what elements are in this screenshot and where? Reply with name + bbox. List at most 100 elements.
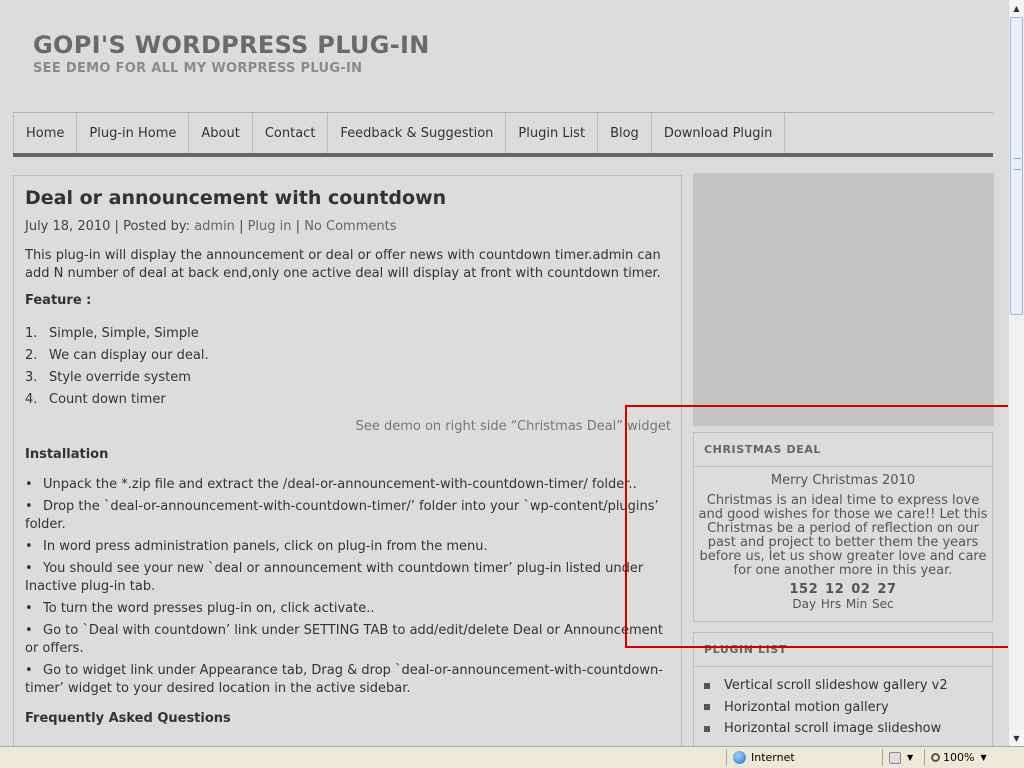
list-text: We can display our deal. <box>49 348 209 363</box>
post-article: Deal or announcement with countdown July… <box>13 175 682 746</box>
vertical-scrollbar[interactable]: ▲ ▼ <box>1008 0 1024 746</box>
site-tagline: SEE DEMO FOR ALL MY WORPRESS PLUG-IN <box>33 61 363 76</box>
nav-item-download-plugin[interactable]: Download Plugin <box>652 113 786 153</box>
list-item: • Drop the `deal-or-announcement-with-cou… <box>25 498 665 534</box>
list-text: In word press administration panels, cli… <box>43 539 488 554</box>
square-bullet-icon <box>704 704 710 711</box>
label-min: Min <box>845 597 868 611</box>
countdown-seconds: 27 <box>877 582 897 597</box>
site-title[interactable]: GOPI'S WORDPRESS PLUG-IN <box>33 31 430 59</box>
list-item: 2. We can display our deal. <box>25 345 209 367</box>
plugin-link[interactable]: Horizontal motion gallery <box>724 700 889 715</box>
category-link[interactable]: Plug in <box>248 219 292 234</box>
security-zone[interactable]: Internet <box>726 749 882 766</box>
bullet: • <box>25 663 33 678</box>
meta-separator: | <box>114 219 119 234</box>
list-item: 4. Count down timer <box>25 389 209 411</box>
status-bar: Internet ▼ 100% ▼ <box>0 746 1024 768</box>
nav-item-plugin-list[interactable]: Plugin List <box>506 113 599 153</box>
countdown-hours: 12 <box>825 582 845 597</box>
list-item: • Go to widget link under Appearance tab,… <box>25 662 665 698</box>
nav-item-blog[interactable]: Blog <box>598 113 652 153</box>
list-number: 3. <box>25 370 38 385</box>
list-text: Simple, Simple, Simple <box>49 326 199 341</box>
label-day: Day <box>792 597 817 611</box>
bullet: • <box>25 561 33 576</box>
zoom-level: 100% <box>943 751 975 764</box>
list-text: Go to widget link under Appearance tab, … <box>25 663 663 696</box>
protected-mode-icon <box>889 751 901 764</box>
widget-title: CHRISTMAS DEAL <box>694 433 992 467</box>
bullet: • <box>25 477 33 492</box>
scrollbar-thumb[interactable] <box>1010 17 1023 315</box>
countdown-labels: Day Hrs Min Sec <box>694 597 992 611</box>
list-number: 4. <box>25 392 38 407</box>
nav-item-home[interactable]: Home <box>14 113 78 153</box>
list-text: Drop the `deal-or-announcement-with-coun… <box>25 499 659 532</box>
protected-mode[interactable]: ▼ <box>882 749 924 766</box>
post-intro: This plug-in will display the announceme… <box>25 248 661 281</box>
list-number: 2. <box>25 348 38 363</box>
list-text: Unpack the *.zip file and extract the /d… <box>43 477 637 492</box>
bullet: • <box>25 623 33 638</box>
chevron-down-icon: ▼ <box>907 753 914 762</box>
list-item: • Unpack the *.zip file and extract the /… <box>25 476 665 494</box>
label-hrs: Hrs <box>820 597 842 611</box>
countdown-minutes: 02 <box>851 582 871 597</box>
widget-title: PLUGIN LIST <box>694 633 992 667</box>
bullet: • <box>25 601 33 616</box>
author-link[interactable]: admin <box>194 219 235 234</box>
countdown-days: 152 <box>789 582 819 597</box>
nav-item-plugin-home[interactable]: Plug-in Home <box>77 113 190 153</box>
countdown-timer: 152 12 02 27 Day Hrs Min Sec <box>694 582 992 611</box>
faq-heading: Frequently Asked Questions <box>25 711 231 726</box>
list-item: • To turn the word presses plug-in on, cl… <box>25 600 665 618</box>
feature-heading: Feature : <box>25 293 92 308</box>
feature-list: 1. Simple, Simple, Simple 2. We can displa… <box>25 323 209 411</box>
zoom-control[interactable]: 100% ▼ <box>924 749 1010 766</box>
deal-heading: Merry Christmas 2010 <box>770 473 916 488</box>
list-item: Vertical scroll slideshow gallery v2 <box>704 675 992 697</box>
plugin-list-widget: PLUGIN LIST Vertical scroll slideshow ga… <box>693 632 993 746</box>
browser-viewport: GOPI'S WORDPRESS PLUG-IN SEE DEMO FOR AL… <box>0 0 1008 746</box>
nav-underline <box>13 153 993 157</box>
list-text: Count down timer <box>49 392 166 407</box>
plugin-link[interactable]: Horizontal scroll image slideshow <box>724 721 941 736</box>
nav-item-contact[interactable]: Contact <box>253 113 329 153</box>
meta-separator: | <box>295 219 301 234</box>
sidebar-ad-placeholder <box>693 173 994 426</box>
deal-text: Christmas is an ideal time to express lo… <box>698 493 988 578</box>
post-title[interactable]: Deal or announcement with countdown <box>25 187 446 209</box>
posted-by-label: Posted by: <box>123 219 191 234</box>
list-text: To turn the word presses plug-in on, cli… <box>43 601 375 616</box>
list-item: • Go to `Deal with countdown’ link under … <box>25 622 665 658</box>
list-item: • In word press administration panels, cl… <box>25 538 665 556</box>
installation-heading: Installation <box>25 447 109 462</box>
meta-separator: | <box>239 219 244 234</box>
list-text: Style override system <box>49 370 191 385</box>
nav-item-about[interactable]: About <box>189 113 253 153</box>
plugin-list: Vertical scroll slideshow gallery v2 Hor… <box>694 667 992 740</box>
list-text: You should see your new `deal or announc… <box>25 561 644 594</box>
list-number: 1. <box>25 326 38 341</box>
square-bullet-icon <box>704 725 710 732</box>
installation-list: • Unpack the *.zip file and extract the /… <box>25 476 665 702</box>
demo-note: See demo on right side “Christmas Deal” … <box>355 419 671 434</box>
post-date: July 18, 2010 <box>25 219 111 234</box>
zone-label: Internet <box>751 751 795 764</box>
bullet: • <box>25 539 33 554</box>
plugin-link[interactable]: Vertical scroll slideshow gallery v2 <box>724 678 948 693</box>
list-text: Go to `Deal with countdown’ link under S… <box>25 623 663 656</box>
scroll-up-icon[interactable]: ▲ <box>1009 0 1024 16</box>
list-item: 1. Simple, Simple, Simple <box>25 323 209 345</box>
square-bullet-icon <box>704 682 710 689</box>
label-sec: Sec <box>872 597 894 611</box>
nav-item-feedback[interactable]: Feedback & Suggestion <box>328 113 507 153</box>
post-meta: July 18, 2010 | Posted by: admin | Plug … <box>25 219 396 234</box>
scroll-down-icon[interactable]: ▼ <box>1009 730 1024 746</box>
list-item: 3. Style override system <box>25 367 209 389</box>
comments-link[interactable]: No Comments <box>304 219 396 234</box>
list-item: Horizontal motion gallery <box>704 697 992 719</box>
bullet: • <box>25 499 33 514</box>
christmas-deal-widget: CHRISTMAS DEAL Merry Christmas 2010 Chri… <box>693 432 993 622</box>
